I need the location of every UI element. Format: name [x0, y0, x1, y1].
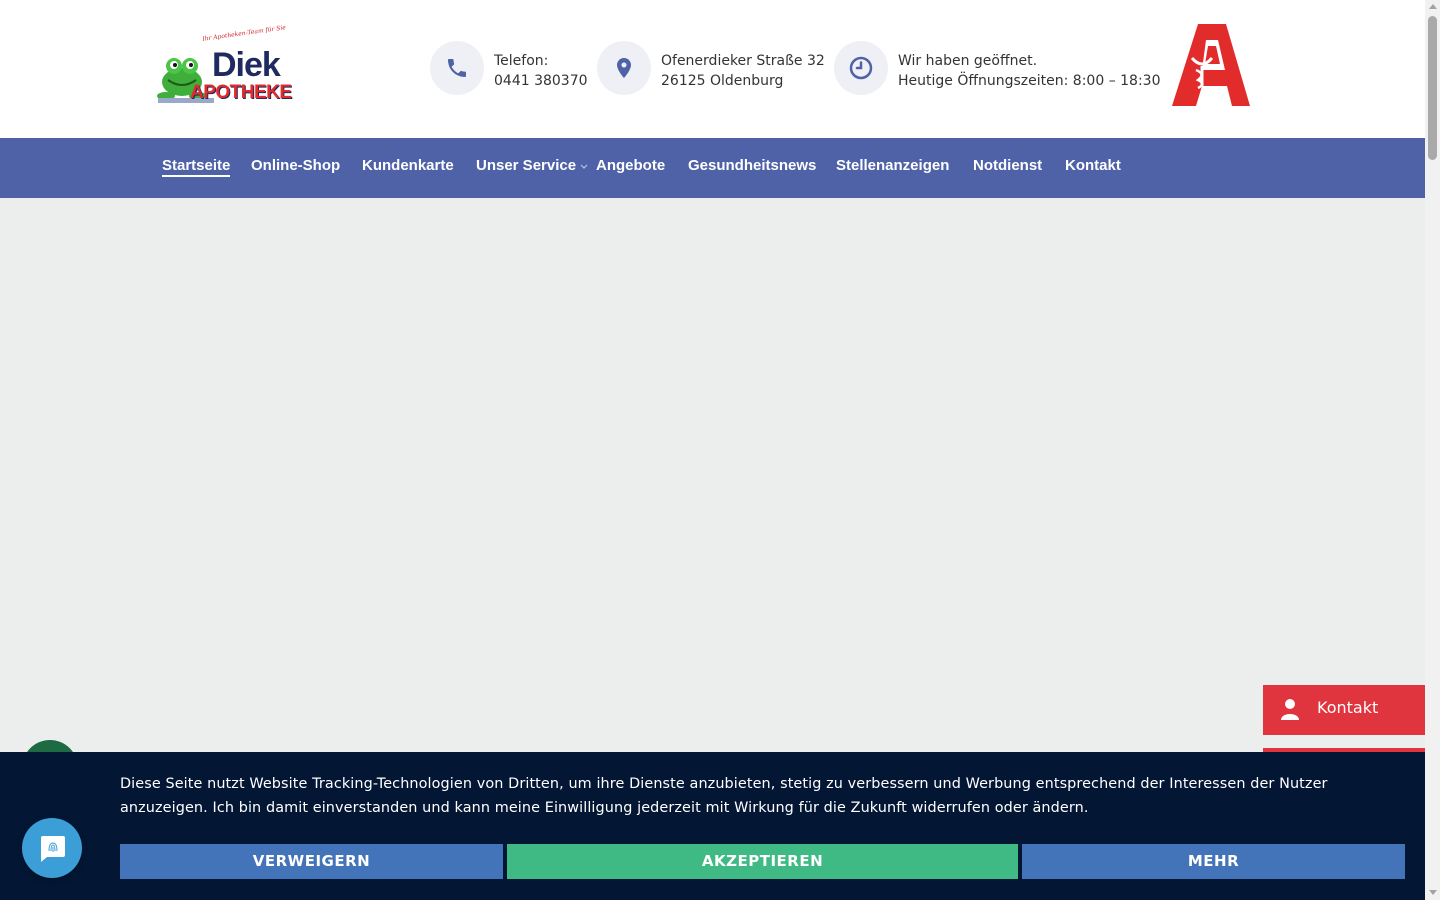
phone-info[interactable]: Telefon: 0441 380370 [430, 41, 590, 95]
location-icon-circle [597, 41, 651, 95]
fingerprint-chat-icon [41, 836, 65, 862]
clock-icon [849, 56, 873, 80]
nav-item-online-shop[interactable]: Online-Shop [251, 157, 340, 174]
nav-item-notdienst[interactable]: Notdienst [973, 157, 1042, 174]
contact-side-tab-label: Kontakt [1317, 698, 1379, 717]
nav-item-kundenkarte[interactable]: Kundenkarte [362, 157, 454, 174]
hero-image-placeholder [0, 198, 1425, 752]
apotheke-a-logo [1172, 24, 1250, 106]
scroll-up-arrow-icon[interactable] [1429, 4, 1437, 9]
address-city: 26125 Oldenburg [661, 73, 784, 89]
nav-item-gesundheitsnews[interactable]: Gesundheitsnews [688, 157, 816, 174]
cookie-text: Diese Seite nutzt Website Tracking-Techn… [120, 776, 1328, 816]
clock-icon-circle [834, 41, 888, 95]
opening-status: Wir haben geöffnet. [898, 53, 1038, 69]
privacy-settings-button[interactable] [22, 818, 82, 878]
site-header: Ihr Apotheken-Team für Sie Diek APOTHEKE… [0, 0, 1425, 138]
phone-icon-circle [430, 41, 484, 95]
scroll-down-arrow-icon[interactable] [1429, 890, 1437, 895]
diek-apotheke-logo[interactable]: Ihr Apotheken-Team für Sie Diek APOTHEKE [156, 24, 298, 108]
logo-subname: APOTHEKE [190, 82, 292, 103]
scroll-thumb[interactable] [1428, 16, 1437, 160]
opening-hours-info[interactable]: Wir haben geöffnet. Heutige Öffnungszeit… [834, 41, 1161, 95]
nav-item-angebote[interactable]: Angebote [596, 157, 665, 174]
cookie-banner: Diese Seite nutzt Website Tracking-Techn… [0, 752, 1425, 900]
user-icon [1281, 699, 1299, 720]
nav-item-kontakt[interactable]: Kontakt [1065, 157, 1121, 174]
logo-name: Diek [212, 46, 281, 84]
phone-label: Telefon: [494, 53, 549, 69]
cookie-more-button[interactable]: MEHR [1022, 844, 1405, 879]
cookie-accept-button[interactable]: AKZEPTIEREN [507, 844, 1018, 879]
phone-icon [448, 59, 466, 77]
phone-number[interactable]: 0441 380370 [494, 71, 588, 91]
chevron-down-icon[interactable] [580, 164, 588, 170]
nav-item-unser-service[interactable]: Unser Service [476, 157, 576, 174]
address-street: Ofenerdieker Straße 32 [661, 53, 825, 69]
cookie-refuse-button[interactable]: VERWEIGERN [120, 844, 503, 879]
page-scrollbar[interactable] [1425, 0, 1440, 900]
nav-item-startseite[interactable]: Startseite [162, 157, 231, 177]
logo-tagline: Ihr Apotheken-Team für Sie [201, 24, 287, 43]
contact-side-tab[interactable]: Kontakt [1263, 685, 1425, 735]
main-navigation: Startseite Online-Shop Kundenkarte Unser… [0, 138, 1425, 198]
nav-item-stellenanzeigen[interactable]: Stellenanzeigen [836, 157, 949, 174]
opening-hours-today: Heutige Öffnungszeiten: 8:00 – 18:30 [898, 73, 1161, 89]
address-info[interactable]: Ofenerdieker Straße 32 26125 Oldenburg [597, 41, 827, 95]
location-pin-icon [617, 58, 631, 78]
